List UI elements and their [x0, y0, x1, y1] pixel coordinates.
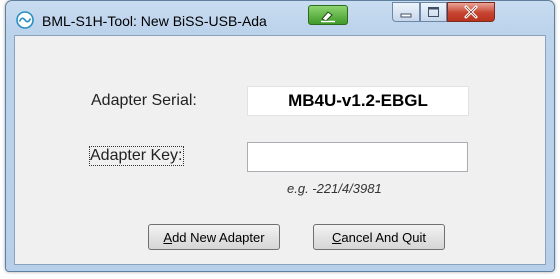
- minimize-icon: [400, 13, 412, 18]
- close-icon: [464, 5, 478, 19]
- add-new-adapter-button[interactable]: Add New Adapter: [148, 224, 280, 250]
- title-bar[interactable]: BML-S1H-Tool: New BiSS-USB-Ada: [6, 1, 554, 35]
- cancel-and-quit-button[interactable]: Cancel And Quit: [313, 224, 445, 250]
- minimize-button[interactable]: [392, 2, 420, 22]
- cancel-button-accelerator: C: [332, 229, 342, 245]
- window-title: BML-S1H-Tool: New BiSS-USB-Ada: [42, 13, 267, 29]
- pin-icon: [321, 11, 335, 23]
- adapter-key-input[interactable]: [247, 142, 468, 172]
- cancel-button-label: ancel And Quit: [341, 229, 426, 245]
- add-button-accelerator: A: [163, 229, 173, 245]
- pin-button[interactable]: [308, 5, 348, 25]
- dialog-window: BML-S1H-Tool: New BiSS-USB-Ada Adapter S…: [5, 0, 555, 272]
- close-button[interactable]: [447, 2, 495, 22]
- app-icon: [16, 11, 34, 29]
- adapter-key-hint: e.g. -221/4/3981: [287, 181, 382, 196]
- adapter-serial-value: MB4U-v1.2-EBGL: [247, 86, 469, 116]
- adapter-serial-label: Adapter Serial:: [91, 92, 197, 109]
- dialog-client-area: Adapter Serial: MB4U-v1.2-EBGL Adapter K…: [14, 35, 546, 265]
- add-button-label: dd New Adapter: [172, 229, 265, 245]
- adapter-key-label: Adapter Key:: [89, 146, 184, 166]
- maximize-button[interactable]: [420, 2, 447, 22]
- maximize-icon: [428, 7, 439, 17]
